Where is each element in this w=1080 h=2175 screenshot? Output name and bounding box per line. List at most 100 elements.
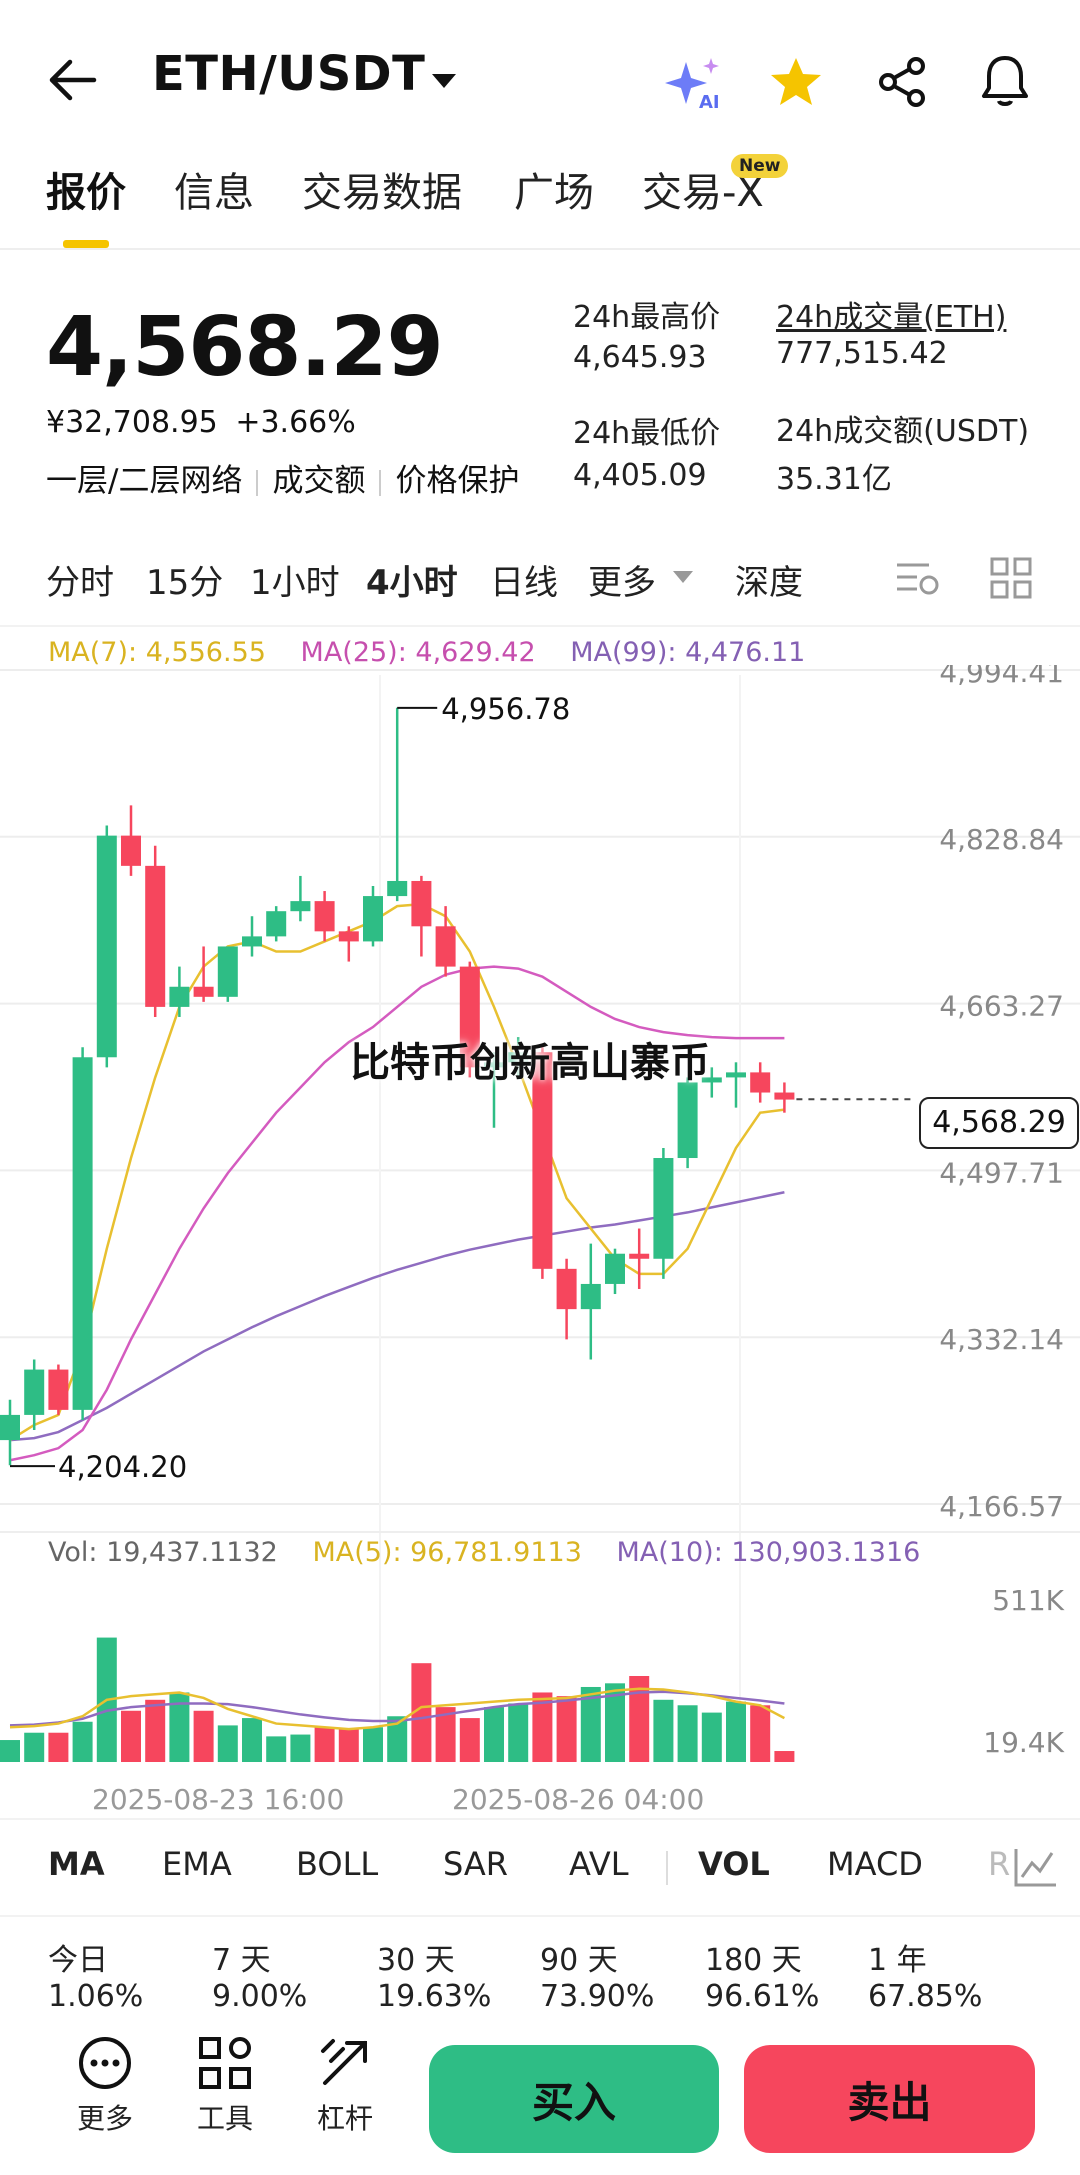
share-icon[interactable] — [876, 56, 928, 108]
candle-body — [629, 1253, 650, 1259]
volume-label[interactable]: 24h成交量(ETH) — [776, 292, 1006, 336]
bell-notification-icon[interactable] — [980, 54, 1030, 108]
candle-body — [266, 911, 287, 937]
x-label-1: 2025-08-23 16:00 — [92, 1783, 345, 1816]
indicator-rsi[interactable]: R — [988, 1845, 1010, 1883]
perf-30d-value: 19.63% — [377, 1979, 492, 2014]
vol-ma5-legend: MA(5): 96,781.9113 — [312, 1537, 582, 1568]
candle-body — [726, 1072, 746, 1078]
candle-body — [580, 1283, 601, 1310]
cny-price: ¥32,708.95 — [46, 405, 218, 440]
volume-bar — [266, 1736, 287, 1762]
grid-layout-icon[interactable] — [990, 557, 1032, 603]
indicator-macd[interactable]: MACD — [827, 1845, 923, 1883]
low-label: 24h最低价 — [573, 416, 721, 451]
volume-bar — [145, 1699, 166, 1762]
tag-turnover[interactable]: 成交额 — [272, 463, 365, 499]
candle-body — [24, 1369, 45, 1415]
chart-settings-icon[interactable] — [895, 559, 941, 603]
low-value: 4,405.09 — [573, 458, 707, 493]
leverage-button[interactable]: 杠杆 — [300, 2035, 390, 2137]
candle-body — [387, 880, 408, 897]
y-tick-label: 4,497.71 — [939, 1156, 1064, 1189]
y-tick-label: 4,166.57 — [939, 1490, 1064, 1523]
last-price: 4,568.29 — [46, 300, 444, 395]
leverage-label: 杠杆 — [316, 2102, 373, 2135]
tab-info[interactable]: 信息 — [174, 160, 254, 218]
candlestick-chart[interactable]: 4,994.41 4,828.84 4,663.27 4,497.71 4,332.14… — [0, 665, 1080, 1835]
star-favorite-icon[interactable] — [769, 56, 823, 108]
candle-body — [96, 835, 117, 1058]
sell-button[interactable]: 卖出 — [744, 2045, 1035, 2153]
ma-lines — [9, 902, 785, 1731]
tab-square[interactable]: 广场 — [514, 160, 594, 218]
tag-price-protection[interactable]: 价格保护 — [395, 463, 519, 499]
candle-body — [0, 1414, 20, 1441]
chart-top-divider — [0, 625, 1080, 627]
volume-tick-label: 19.4K — [983, 1726, 1064, 1759]
y-tick-label: 4,994.41 — [939, 665, 1064, 689]
tab-quote[interactable]: 报价 — [46, 160, 126, 218]
ma25-legend: MA(25): 4,629.42 — [300, 637, 536, 668]
back-arrow-icon[interactable] — [48, 58, 98, 102]
interval-1d[interactable]: 日线 — [490, 555, 558, 604]
more-button[interactable]: 更多 — [60, 2035, 150, 2137]
interval-15m[interactable]: 15分 — [146, 555, 223, 604]
main-tabs: 报价 信息 交易数据 广场 交易-X New — [0, 154, 1080, 250]
indicator-vol[interactable]: VOL — [698, 1845, 770, 1883]
tag-layer-network[interactable]: 一层/二层网络 — [46, 463, 242, 499]
volume-tick-label: 511K — [992, 1584, 1064, 1617]
volume-bar — [653, 1699, 674, 1762]
chevron-down-icon[interactable] — [430, 72, 458, 90]
volume-bar — [459, 1718, 480, 1762]
active-tab-indicator — [63, 240, 109, 248]
top-bar: ETH/USDT AI — [0, 0, 1080, 160]
volume-bar — [48, 1732, 69, 1762]
candle-body — [653, 1158, 674, 1259]
candle-body — [242, 936, 262, 947]
candle-body — [145, 865, 166, 1007]
interval-depth[interactable]: 深度 — [735, 555, 803, 604]
chevron-down-icon[interactable] — [672, 569, 694, 588]
ma99-legend: MA(99): 4,476.11 — [570, 637, 806, 668]
volume-bar — [217, 1725, 238, 1762]
perf-7d-value: 9.00% — [212, 1979, 308, 2014]
y-axis-labels: 4,994.41 4,828.84 4,663.27 4,497.71 4,332.14… — [939, 665, 1064, 1759]
candle-body — [217, 946, 238, 997]
ai-sparkle-icon[interactable]: AI — [664, 56, 726, 112]
pair-title[interactable]: ETH/USDT — [152, 46, 425, 102]
candle-body — [121, 835, 141, 866]
indicator-boll[interactable]: BOLL — [296, 1845, 378, 1883]
ai-label: AI — [699, 92, 720, 112]
tools-button[interactable]: 工具 — [180, 2035, 270, 2137]
ma7-legend: MA(7): 4,556.55 — [48, 637, 266, 668]
interval-4h[interactable]: 4小时 — [366, 555, 458, 604]
interval-1h[interactable]: 1小时 — [250, 555, 340, 604]
indicator-sar[interactable]: SAR — [443, 1845, 508, 1883]
buy-button[interactable]: 买入 — [429, 2045, 719, 2153]
tab-trade-data[interactable]: 交易数据 — [302, 160, 462, 218]
interval-timeshare[interactable]: 分时 — [46, 555, 114, 604]
tools-label: 工具 — [196, 2102, 253, 2135]
candle-body — [314, 901, 335, 932]
vol-ma10-legend: MA(10): 130,903.1316 — [616, 1537, 921, 1568]
indicator-settings-icon[interactable] — [1012, 1845, 1060, 1893]
candle-body — [193, 986, 214, 997]
indicator-divider — [666, 1851, 668, 1885]
indicator-ma[interactable]: MA — [48, 1845, 105, 1883]
leverage-arrows-icon — [321, 2039, 367, 2085]
candle-body — [48, 1369, 69, 1410]
ma-legend: MA(7): 4,556.55 MA(25): 4,629.42 MA(99):… — [48, 637, 805, 668]
candle-body — [677, 1082, 698, 1159]
y-tick-label: 4,828.84 — [939, 823, 1064, 856]
more-dots-icon — [79, 2037, 131, 2089]
indicator-avl[interactable]: AVL — [569, 1845, 629, 1883]
perf-180d-value: 96.61% — [705, 1979, 820, 2014]
candle-body — [605, 1253, 625, 1284]
interval-more[interactable]: 更多 — [588, 555, 656, 604]
indicator-ema[interactable]: EMA — [162, 1845, 232, 1883]
volume-bar — [314, 1727, 335, 1762]
vol-legend: Vol: 19,437.1132 — [48, 1537, 278, 1568]
perf-90d-label: 90 天 — [540, 1943, 618, 1978]
chart-annotations: 4,956.78 4,204.20 — [10, 692, 915, 1484]
